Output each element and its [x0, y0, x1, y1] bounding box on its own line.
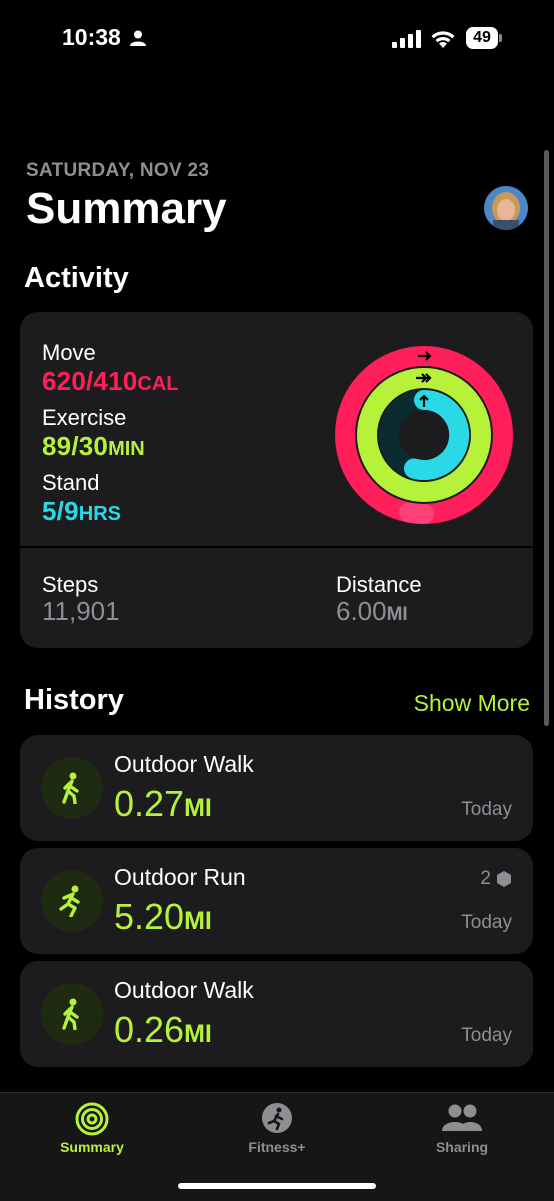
steps-label: Steps [42, 572, 99, 597]
history-item-title: Outdoor Walk [114, 751, 254, 777]
history-item-title: Outdoor Walk [114, 977, 254, 1003]
sharing-icon [442, 1104, 482, 1131]
history-item-date: Today [461, 1025, 512, 1046]
distance-value: 6.00 [336, 596, 387, 626]
wifi-icon [431, 31, 455, 48]
cellular-signal-icon [392, 30, 421, 48]
tab-label: Sharing [435, 1139, 489, 1155]
history-section-title: History [24, 684, 124, 716]
tab-label: Summary [60, 1139, 124, 1155]
history-item-outdoor-run[interactable]: Outdoor Run 5.20MI 2 Today [20, 848, 533, 954]
stand-ring [404, 389, 470, 480]
page-title: Summary [26, 184, 227, 233]
avatar[interactable] [484, 186, 528, 230]
exercise-metric: 89/30MIN [42, 431, 145, 462]
history-item-date: Today [461, 799, 512, 820]
tab-sharing[interactable]: Sharing [370, 1093, 554, 1173]
tab-label: Fitness+ [248, 1139, 306, 1155]
history-item-value: 0.27 [114, 783, 185, 824]
tab-fitness-plus[interactable]: Fitness+ [185, 1093, 369, 1173]
tab-summary[interactable]: Summary [0, 1093, 184, 1173]
awards-count: 2 [480, 868, 491, 889]
activity-section-title: Activity [24, 262, 129, 294]
move-unit: CAL [137, 373, 179, 395]
history-item-distance: 0.26MI [114, 1009, 212, 1051]
distance-metric: 6.00MI [336, 596, 408, 627]
distance-label: Distance [336, 572, 422, 597]
exercise-unit: MIN [108, 438, 145, 460]
exercise-label: Exercise [42, 405, 127, 430]
history-item-unit: MI [184, 794, 212, 822]
stand-metric: 5/9HRS [42, 496, 121, 527]
show-more-link[interactable]: Show More [414, 690, 530, 717]
history-item-distance: 0.27MI [114, 783, 212, 825]
history-item-value: 5.20 [114, 896, 185, 937]
exercise-value: 89/30 [42, 431, 109, 461]
run-icon [41, 870, 103, 932]
history-item-outdoor-walk[interactable]: Outdoor Walk 0.27MI Today [20, 735, 533, 841]
move-metric: 620/410CAL [42, 366, 179, 397]
stand-unit: HRS [78, 503, 121, 525]
scrollbar[interactable] [544, 150, 549, 726]
battery-indicator: 49 [466, 27, 502, 49]
steps-value: 11,901 [42, 596, 120, 626]
rings-icon [75, 1102, 109, 1136]
history-item-value: 0.26 [114, 1009, 185, 1050]
home-indicator[interactable] [178, 1183, 376, 1189]
person-icon [130, 30, 146, 46]
stand-label: Stand [42, 470, 100, 495]
activity-rings[interactable] [334, 345, 514, 525]
fitness-plus-icon [262, 1103, 292, 1133]
activity-divider [20, 546, 533, 548]
history-item-distance: 5.20MI [114, 896, 212, 938]
date-label: SATURDAY, NOV 23 [26, 160, 210, 181]
awards-badge: 2 [480, 868, 512, 890]
walk-icon [41, 757, 103, 819]
move-value: 620/410 [42, 366, 138, 396]
history-item-outdoor-walk[interactable]: Outdoor Walk 0.26MI Today [20, 961, 533, 1067]
history-item-unit: MI [184, 1020, 212, 1048]
walk-icon [41, 983, 103, 1045]
move-label: Move [42, 340, 96, 365]
stand-value: 5/9 [42, 496, 79, 526]
status-time: 10:38 [62, 24, 121, 50]
history-item-title: Outdoor Run [114, 864, 246, 890]
battery-level: 49 [466, 27, 498, 49]
award-icon [497, 871, 511, 887]
history-item-unit: MI [184, 907, 212, 935]
history-item-date: Today [461, 912, 512, 933]
distance-unit: MI [386, 604, 408, 625]
